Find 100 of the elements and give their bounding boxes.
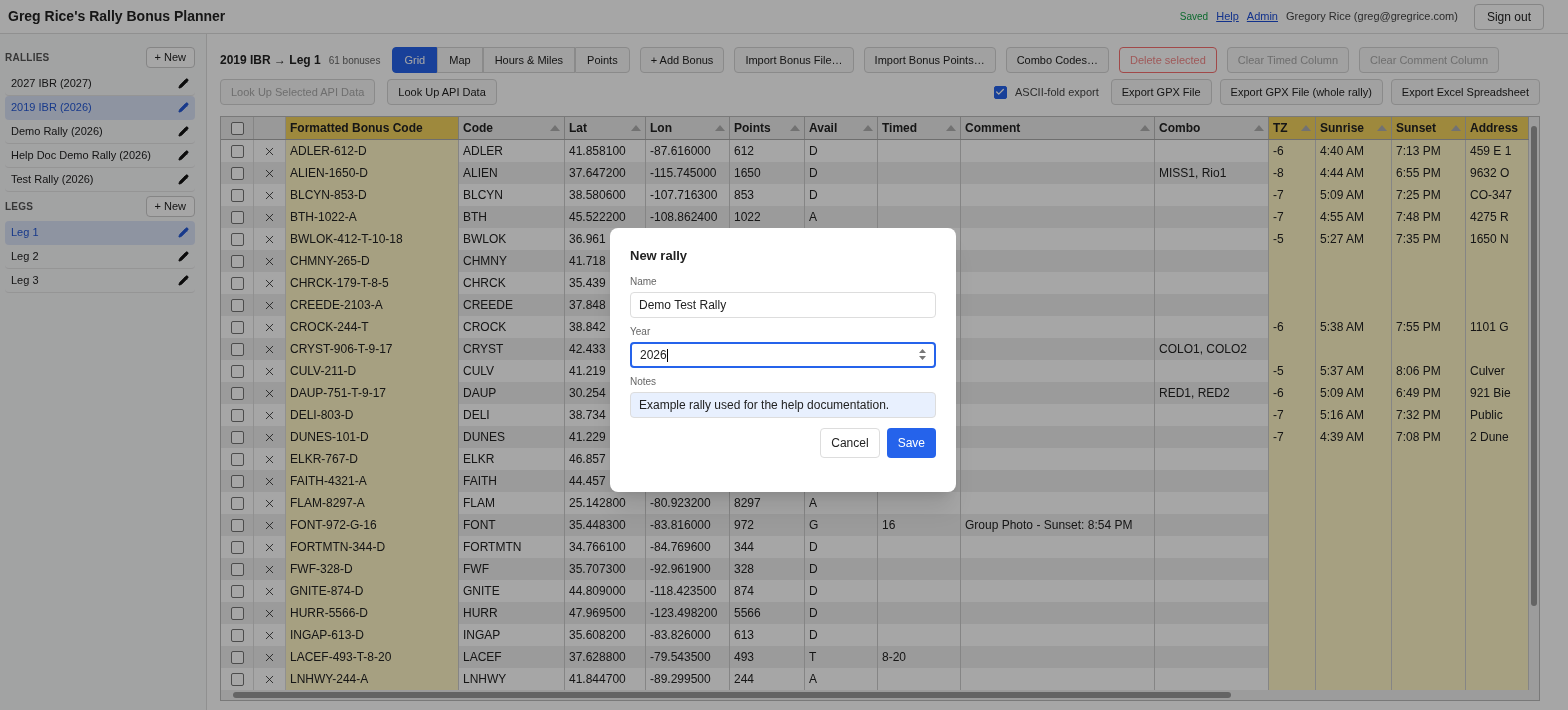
cancel-button[interactable]: Cancel bbox=[820, 427, 880, 458]
row-checkbox[interactable] bbox=[230, 232, 244, 246]
sort-icon bbox=[1140, 125, 1150, 131]
row-checkbox[interactable] bbox=[230, 320, 244, 334]
toolbar-button[interactable]: Import Bonus Points… bbox=[863, 47, 996, 73]
row-checkbox[interactable] bbox=[230, 518, 244, 532]
table-cell: FAITH-4321-A bbox=[286, 470, 459, 492]
pencil-icon[interactable] bbox=[178, 126, 189, 137]
column-header[interactable]: Sunrise bbox=[1316, 117, 1392, 139]
column-header[interactable]: Points bbox=[730, 117, 805, 139]
pencil-icon[interactable] bbox=[178, 78, 189, 89]
row-checkbox[interactable] bbox=[230, 254, 244, 268]
new-button[interactable]: + New bbox=[145, 196, 195, 217]
pencil-icon[interactable] bbox=[178, 102, 189, 113]
table-cell: ALIEN-1650-D bbox=[286, 162, 459, 184]
row-checkbox[interactable] bbox=[230, 144, 244, 158]
row-checkbox[interactable] bbox=[230, 628, 244, 642]
export-button[interactable]: Export GPX File (whole rally) bbox=[1219, 79, 1383, 105]
row-checkbox[interactable] bbox=[230, 210, 244, 224]
sidebar-item[interactable]: Demo Rally (2026) bbox=[5, 120, 195, 144]
row-checkbox[interactable] bbox=[230, 386, 244, 400]
row-checkbox[interactable] bbox=[230, 342, 244, 356]
checkbox-label: ASCII-fold export bbox=[1014, 84, 1099, 100]
table-cell: 6:55 PM bbox=[1392, 162, 1466, 184]
view-tab[interactable]: Grid bbox=[392, 47, 438, 73]
view-tab[interactable]: Map bbox=[437, 47, 483, 73]
sidebar-item[interactable]: Leg 1 bbox=[5, 221, 195, 245]
lookup-button[interactable]: Look Up API Data bbox=[387, 79, 497, 105]
pencil-icon[interactable] bbox=[178, 227, 189, 238]
view-tab[interactable]: Points bbox=[575, 47, 630, 73]
sidebar-item[interactable]: Test Rally (2026) bbox=[5, 168, 195, 192]
row-checkbox[interactable] bbox=[230, 540, 244, 554]
table-cell: INGAP-613-D bbox=[286, 624, 459, 646]
pencil-icon[interactable] bbox=[178, 251, 189, 262]
select-all-checkbox[interactable] bbox=[230, 121, 244, 135]
notes-field[interactable]: Example rally used for the help documentation. bbox=[630, 391, 936, 418]
column-header[interactable]: Lat bbox=[565, 117, 646, 139]
number-field[interactable]: 2026 bbox=[630, 341, 936, 368]
toolbar-button[interactable]: + Add Bonus bbox=[639, 47, 725, 73]
pencil-icon[interactable] bbox=[178, 150, 189, 161]
horizontal-scrollbar[interactable] bbox=[221, 690, 1539, 700]
toolbar-button[interactable]: Combo Codes… bbox=[1005, 47, 1109, 73]
pencil-icon[interactable] bbox=[178, 275, 189, 286]
column-header[interactable]: Sunset bbox=[1392, 117, 1466, 139]
table-cell: 7:55 PM bbox=[1392, 316, 1466, 338]
header-link[interactable]: Admin bbox=[1246, 8, 1278, 25]
toolbar-button[interactable]: Import Bonus File… bbox=[734, 47, 854, 73]
table-cell bbox=[1466, 668, 1529, 690]
column-header[interactable]: Comment bbox=[961, 117, 1155, 139]
app-title: Greg Rice's Rally Bonus Planner bbox=[8, 7, 226, 26]
row-checkbox[interactable] bbox=[230, 298, 244, 312]
row-checkbox[interactable] bbox=[230, 276, 244, 290]
column-header[interactable]: Code bbox=[459, 117, 565, 139]
input-field[interactable]: Demo Test Rally bbox=[630, 291, 936, 318]
sidebar-item[interactable]: 2019 IBR (2026) bbox=[5, 96, 195, 120]
row-checkbox[interactable] bbox=[230, 650, 244, 664]
row-checkbox[interactable] bbox=[230, 452, 244, 466]
user-name: Gregory Rice (greg@gregrice.com) bbox=[1286, 9, 1458, 25]
row-checkbox[interactable] bbox=[230, 474, 244, 488]
header-link[interactable]: Help bbox=[1216, 8, 1239, 25]
table-cell: 8:06 PM bbox=[1392, 360, 1466, 382]
row-checkbox[interactable] bbox=[230, 166, 244, 180]
table-cell: -6 bbox=[1269, 140, 1316, 162]
table-cell: -7 bbox=[1269, 426, 1316, 448]
column-header[interactable]: Formatted Bonus Code bbox=[286, 117, 459, 139]
pencil-icon[interactable] bbox=[178, 174, 189, 185]
column-header[interactable]: TZ bbox=[1269, 117, 1316, 139]
row-checkbox[interactable] bbox=[230, 606, 244, 620]
table-cell: -7 bbox=[1269, 206, 1316, 228]
row-checkbox[interactable] bbox=[230, 584, 244, 598]
column-header[interactable]: Lon bbox=[646, 117, 730, 139]
new-button[interactable]: + New bbox=[145, 47, 195, 68]
table-cell: -8 bbox=[1269, 162, 1316, 184]
sign-out-button[interactable]: Sign out bbox=[1473, 3, 1544, 30]
sidebar-item[interactable]: Leg 2 bbox=[5, 245, 195, 269]
row-checkbox[interactable] bbox=[230, 672, 244, 686]
column-header[interactable]: Address bbox=[1466, 117, 1529, 139]
vertical-scrollbar[interactable] bbox=[1529, 117, 1539, 690]
table-cell: Culver bbox=[1466, 360, 1529, 382]
export-button[interactable]: Export Excel Spreadsheet bbox=[1390, 79, 1540, 105]
table-cell: -5 bbox=[1269, 360, 1316, 382]
column-header[interactable]: Avail bbox=[805, 117, 878, 139]
checkbox[interactable] bbox=[993, 85, 1007, 99]
view-tab[interactable]: Hours & Miles bbox=[482, 47, 576, 73]
table-cell: FONT-972-G-16 bbox=[286, 514, 459, 536]
spinner-icon[interactable] bbox=[919, 349, 926, 360]
row-checkbox[interactable] bbox=[230, 188, 244, 202]
row-checkbox[interactable] bbox=[230, 408, 244, 422]
row-checkbox[interactable] bbox=[230, 562, 244, 576]
row-checkbox[interactable] bbox=[230, 430, 244, 444]
save-button[interactable]: Save bbox=[886, 427, 936, 458]
column-header[interactable]: Timed bbox=[878, 117, 961, 139]
table-cell: BWLOK-412-T-10-18 bbox=[286, 228, 459, 250]
sidebar-item[interactable]: Leg 3 bbox=[5, 269, 195, 293]
export-button[interactable]: Export GPX File bbox=[1110, 79, 1212, 105]
sidebar-item[interactable]: Help Doc Demo Rally (2026) bbox=[5, 144, 195, 168]
table-cell: DAUP-751-T-9-17 bbox=[286, 382, 459, 404]
row-checkbox[interactable] bbox=[230, 364, 244, 378]
table-cell: CHMNY-265-D bbox=[286, 250, 459, 272]
row-checkbox[interactable] bbox=[230, 496, 244, 510]
